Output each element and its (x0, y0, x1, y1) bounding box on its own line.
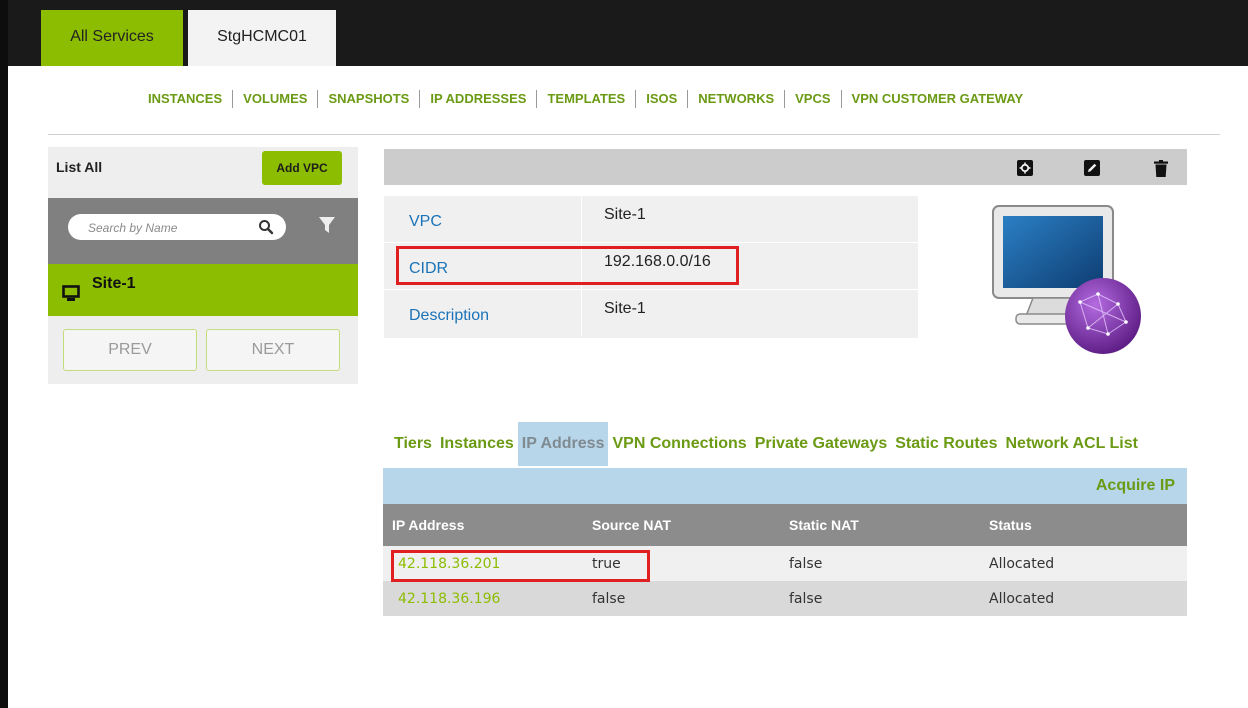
tab-network-acl-list[interactable]: Network ACL List (1001, 422, 1141, 466)
column-header[interactable]: Status (989, 517, 1032, 533)
tab-instances[interactable]: Instances (436, 422, 518, 466)
highlight-box (396, 246, 739, 285)
vpc-illustration (988, 204, 1158, 359)
list-item-label: Site-1 (92, 275, 136, 292)
nav-ip-addresses[interactable]: IP ADDRESSES (420, 90, 538, 108)
monitor-icon (62, 285, 80, 307)
window-frame (0, 0, 8, 708)
table-actions: Acquire IP (383, 468, 1187, 504)
tab-static-routes[interactable]: Static Routes (891, 422, 1001, 466)
status-cell: Allocated (989, 556, 1055, 572)
vpc-list-panel: List All Add VPC Site-1 PREV NEXT (48, 147, 358, 384)
detail-value: Site-1 (604, 300, 646, 317)
search-box (68, 214, 286, 242)
table-header: IP Address Source NAT Static NAT Status (383, 504, 1187, 546)
column-header[interactable]: Source NAT (592, 517, 671, 533)
column-header[interactable]: Static NAT (789, 517, 859, 533)
tab-ip-address[interactable]: IP Address (517, 422, 609, 466)
nav-snapshots[interactable]: SNAPSHOTS (318, 90, 421, 108)
list-all-label: List All (56, 159, 103, 175)
search-icon[interactable] (258, 219, 274, 240)
next-button[interactable]: NEXT (206, 329, 340, 371)
tab-all-services[interactable]: All Services (41, 10, 183, 66)
nav-instances[interactable]: INSTANCES (148, 90, 234, 108)
nav-divider (48, 134, 1220, 135)
nav-volumes[interactable]: VOLUMES (233, 90, 319, 108)
detail-row-description: Description Site-1 (384, 290, 918, 336)
vpc-subtabs: Tiers Instances IP Address VPN Connectio… (390, 422, 1142, 466)
service-nav: INSTANCES VOLUMES SNAPSHOTS IP ADDRESSES… (148, 90, 1033, 108)
prev-button[interactable]: PREV (63, 329, 197, 371)
acquire-ip-button[interactable]: Acquire IP (1096, 477, 1175, 495)
main-content: INSTANCES VOLUMES SNAPSHOTS IP ADDRESSES… (8, 66, 1248, 708)
nav-vpn-customer-gateway[interactable]: VPN CUSTOMER GATEWAY (842, 90, 1034, 108)
tab-tiers[interactable]: Tiers (390, 422, 436, 466)
detail-label: VPC (409, 213, 442, 230)
settings-icon[interactable] (1017, 160, 1033, 181)
static-nat-cell: false (789, 591, 823, 607)
tab-private-gateways[interactable]: Private Gateways (751, 422, 892, 466)
add-vpc-button[interactable]: Add VPC (262, 151, 342, 185)
list-item-site-1[interactable]: Site-1 (48, 264, 358, 316)
source-nat-cell: false (592, 591, 626, 607)
detail-row-vpc: VPC Site-1 (384, 196, 918, 243)
ip-address-link[interactable]: 42.118.36.196 (398, 591, 500, 607)
column-header[interactable]: IP Address (392, 517, 464, 533)
tab-vpn-connections[interactable]: VPN Connections (608, 422, 750, 466)
search-bar (48, 198, 358, 264)
nav-isos[interactable]: ISOS (636, 90, 689, 108)
static-nat-cell: false (789, 556, 823, 572)
tab-stghcmc01[interactable]: StgHCMC01 (188, 10, 336, 66)
nav-vpcs[interactable]: VPCS (785, 90, 842, 108)
delete-icon[interactable] (1154, 160, 1168, 182)
highlight-box (391, 550, 650, 582)
filter-icon[interactable] (318, 215, 336, 240)
status-cell: Allocated (989, 591, 1055, 607)
detail-toolbar (384, 149, 1187, 185)
nav-networks[interactable]: NETWORKS (688, 90, 786, 108)
table-row[interactable]: 42.118.36.196 false false Allocated (383, 581, 1187, 616)
edit-icon[interactable] (1084, 160, 1100, 181)
detail-value: Site-1 (604, 206, 646, 223)
detail-label: Description (409, 307, 490, 324)
nav-templates[interactable]: TEMPLATES (537, 90, 637, 108)
search-input[interactable] (86, 214, 250, 242)
